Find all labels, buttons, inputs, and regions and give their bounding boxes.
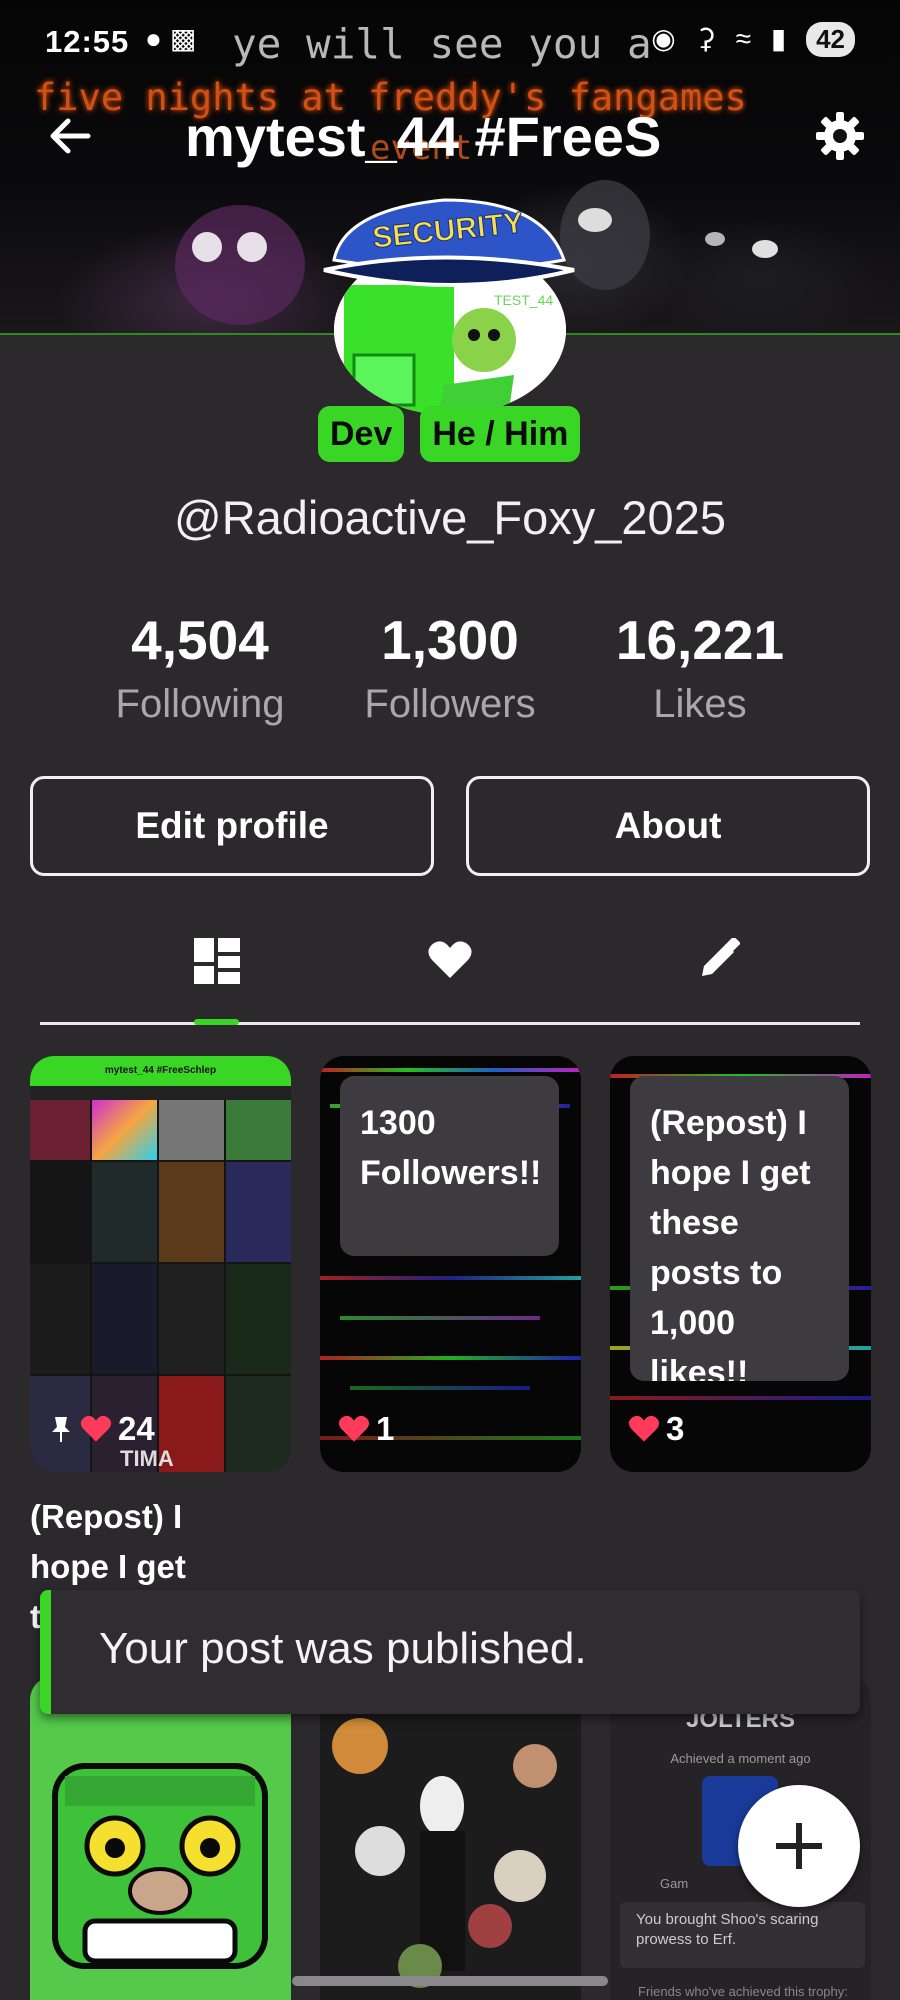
page-title: mytest_44 #FreeS bbox=[185, 105, 662, 168]
stat-following[interactable]: 4,504 Following bbox=[90, 608, 310, 727]
thumbnail-tile bbox=[92, 1162, 157, 1262]
snapchat-icon: ● bbox=[145, 23, 170, 54]
post-card[interactable]: mytest_44 #FreeSchlep TIMA 24 bbox=[30, 1056, 291, 1472]
profile-tabs bbox=[40, 920, 860, 1025]
tab-posts[interactable] bbox=[116, 920, 316, 1025]
pin-icon bbox=[52, 1417, 70, 1442]
stat-value: 4,504 bbox=[131, 609, 269, 671]
post-card[interactable]: (Repost) I hope I get these posts to 1,0… bbox=[610, 1056, 871, 1472]
thumbnail-tile bbox=[159, 1100, 224, 1160]
like-count: 3 bbox=[666, 1410, 685, 1447]
stat-label: Followers bbox=[364, 682, 536, 726]
post-card[interactable] bbox=[30, 1676, 291, 2000]
edit-profile-button[interactable]: Edit profile bbox=[30, 776, 434, 876]
thumbnail-tile bbox=[226, 1264, 291, 1374]
thumbnail-tile bbox=[159, 1264, 224, 1374]
grid-icon bbox=[194, 938, 240, 984]
minus-circle-icon: ◉ bbox=[651, 23, 682, 54]
badge-pronouns: He / Him bbox=[420, 406, 581, 462]
profile-handle: @Radioactive_Foxy_2025 bbox=[174, 491, 726, 544]
banner-character-eye bbox=[705, 232, 725, 246]
heart-icon bbox=[428, 941, 472, 978]
key-icon: ⚳ bbox=[695, 23, 722, 54]
profile-badges: Dev He / Him bbox=[318, 406, 581, 462]
banner-character-eye bbox=[237, 232, 267, 262]
thumbnail-tile bbox=[226, 1100, 291, 1160]
gear-icon[interactable] bbox=[812, 108, 868, 164]
trophy-time: Achieved a moment ago bbox=[670, 1751, 811, 1766]
stat-value: 1,300 bbox=[381, 609, 519, 671]
caption-line: (Repost) I bbox=[30, 1498, 183, 1535]
banner-character-eye bbox=[192, 232, 222, 262]
system-status-icons: ◉ ⚳ ≈ ▮ 42 bbox=[651, 22, 855, 57]
thumbnail-caption: TIMA bbox=[120, 1446, 174, 1471]
thumbnail-tile bbox=[30, 1100, 90, 1160]
arrow-left-icon[interactable] bbox=[44, 110, 96, 162]
trophy-footer: Friends who've achieved this trophy: bbox=[638, 1984, 848, 1999]
glitch-line bbox=[610, 1396, 871, 1400]
toast-notification: Your post was published. bbox=[40, 1590, 860, 1714]
heart-icon bbox=[80, 1415, 112, 1442]
post-thumbnail-header: mytest_44 #FreeSchlep bbox=[30, 1056, 291, 1086]
glitch-line bbox=[320, 1276, 581, 1280]
status-bar: 12:55 ●▩ ◉ ⚳ ≈ ▮ 42 bbox=[0, 0, 900, 84]
caption-line: hope I get bbox=[30, 1548, 186, 1585]
glitch-line bbox=[320, 1356, 581, 1360]
image-icon: ▩ bbox=[169, 23, 205, 54]
battery-level: 42 bbox=[816, 24, 845, 54]
thumbnail-tile bbox=[226, 1162, 291, 1262]
thumbnail-tile bbox=[159, 1162, 224, 1262]
trophy-game: Gam bbox=[660, 1876, 689, 1891]
wifi-icon: ≈ bbox=[735, 23, 758, 54]
badge-role: Dev bbox=[318, 406, 405, 462]
stat-label: Likes bbox=[653, 682, 747, 726]
plus-icon bbox=[776, 1823, 822, 1869]
trophy-description: You brought Shoo's scaring prowess to Er… bbox=[620, 1902, 865, 1968]
profile-avatar[interactable]: TEST_44 SECURITY bbox=[323, 198, 575, 420]
notification-icons: ●▩ bbox=[145, 22, 204, 55]
thumbnail-tile bbox=[226, 1376, 291, 1472]
stat-label: Following bbox=[115, 682, 285, 726]
tab-drafts[interactable] bbox=[620, 920, 820, 1025]
stat-value: 16,221 bbox=[615, 609, 785, 671]
about-button[interactable]: About bbox=[466, 776, 870, 876]
post-likes: 1 bbox=[338, 1410, 394, 1448]
stat-likes[interactable]: 16,221 Likes bbox=[590, 608, 810, 727]
tab-likes[interactable] bbox=[350, 920, 550, 1025]
post-thumbnail-tabs bbox=[30, 1086, 291, 1100]
like-count: 24 bbox=[118, 1410, 155, 1447]
thumbnail-tile bbox=[30, 1162, 90, 1262]
active-tab-indicator bbox=[194, 1019, 239, 1025]
battery-indicator: 42 bbox=[806, 22, 855, 57]
thumbnail-tile bbox=[92, 1264, 157, 1374]
like-count: 1 bbox=[376, 1410, 395, 1447]
create-post-button[interactable] bbox=[738, 1785, 860, 1907]
post-likes: 24 bbox=[48, 1410, 155, 1448]
toast-message: Your post was published. bbox=[99, 1624, 587, 1673]
thumbnail-tile bbox=[30, 1264, 90, 1374]
goblin-artwork bbox=[52, 1763, 268, 1969]
glitch-line bbox=[340, 1316, 540, 1320]
thumbnail-tile bbox=[92, 1100, 157, 1160]
glitch-line bbox=[320, 1068, 581, 1072]
heart-icon bbox=[628, 1415, 660, 1442]
banner-character bbox=[175, 205, 305, 325]
post-likes: 3 bbox=[628, 1410, 684, 1448]
heart-icon bbox=[338, 1415, 370, 1442]
home-indicator[interactable] bbox=[292, 1976, 608, 1986]
status-time: 12:55 bbox=[45, 24, 130, 59]
post-card[interactable] bbox=[320, 1676, 581, 2000]
post-card[interactable]: 1300 Followers!! 1 bbox=[320, 1056, 581, 1472]
pencil-icon bbox=[702, 938, 740, 976]
glitch-line bbox=[350, 1386, 530, 1390]
post-text-card: (Repost) I hope I get these posts to 1,0… bbox=[630, 1076, 849, 1381]
security-hat-icon: SECURITY bbox=[323, 198, 575, 287]
post-text-card: 1300 Followers!! bbox=[340, 1076, 559, 1256]
banner-character-eye bbox=[752, 240, 778, 258]
signal-icon: ▮ bbox=[770, 23, 793, 54]
stat-followers[interactable]: 1,300 Followers bbox=[340, 608, 560, 727]
creepypasta-artwork bbox=[320, 1676, 581, 2000]
